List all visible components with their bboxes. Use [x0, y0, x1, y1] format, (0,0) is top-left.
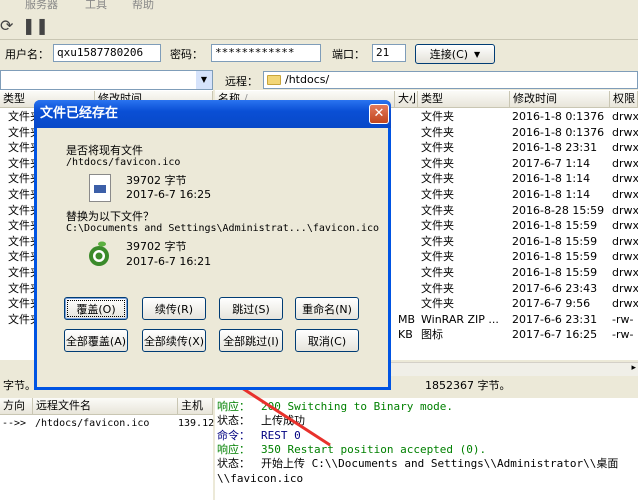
existing-path: /htdocs/favicon.ico — [66, 157, 181, 168]
existing-date: 2017-6-7 16:25 — [126, 188, 212, 201]
close-icon[interactable]: ✕ — [369, 104, 389, 124]
resume-all-button[interactable]: 全部续传(X) — [142, 329, 206, 352]
existing-size: 39702 字节 — [126, 174, 187, 187]
file-exists-dialog: 文件已经存在 ✕ 是否将现有文件 /htdocs/favicon.ico 397… — [34, 100, 391, 390]
rename-button[interactable]: 重命名(N) — [295, 297, 359, 320]
overwrite-all-button[interactable]: 全部覆盖(A) — [64, 329, 128, 352]
replace-label: 替换为以下文件？ — [66, 210, 154, 223]
new-size: 39702 字节 — [126, 240, 187, 253]
skip-all-button[interactable]: 全部跳过(I) — [219, 329, 283, 352]
dialog-title: 文件已经存在 — [40, 106, 119, 121]
file-icon — [89, 174, 111, 202]
new-date: 2017-6-7 16:21 — [126, 255, 212, 268]
skip-button[interactable]: 跳过(S) — [219, 297, 283, 320]
existing-label: 是否将现有文件 — [66, 144, 143, 157]
cancel-button[interactable]: 取消(C) — [295, 329, 359, 352]
resume-button[interactable]: 续传(R) — [142, 297, 206, 320]
favicon-icon — [87, 238, 111, 268]
new-path: C:\Documents and Settings\Administrat...… — [66, 223, 380, 234]
overwrite-button[interactable]: 覆盖(O) — [64, 297, 128, 320]
dialog-titlebar[interactable]: 文件已经存在 ✕ — [34, 100, 391, 128]
